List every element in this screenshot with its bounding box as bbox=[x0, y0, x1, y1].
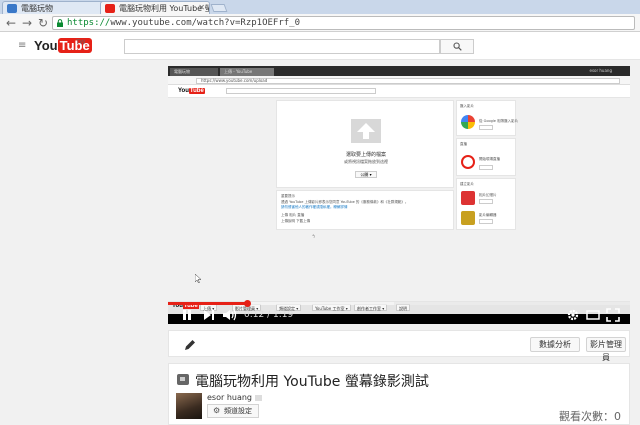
side-title: 建立影片 bbox=[460, 182, 474, 186]
volume-icon[interactable] bbox=[222, 308, 238, 322]
tab-title: 電腦玩物利用 YouTube 螢 bbox=[119, 4, 210, 13]
recorded-tab-1: 電腦玩物 bbox=[170, 68, 218, 76]
recorded-tab-2: 上傳 - YouTube bbox=[220, 68, 274, 76]
recorded-tab-strip: 電腦玩物 上傳 - YouTube esor huang bbox=[168, 66, 630, 76]
side-title: 直播 bbox=[460, 142, 467, 146]
url-text: www.youtube.com/watch?v=Rzp1OEFrf_0 bbox=[110, 18, 301, 28]
channel-name-text[interactable]: esor huang bbox=[207, 393, 252, 402]
browser-tab-strip: 電腦玩物 ✕ 電腦玩物利用 YouTube 螢 ✕ bbox=[0, 0, 640, 14]
lock-icon bbox=[57, 19, 63, 27]
site-favicon-icon bbox=[7, 4, 17, 13]
recorded-screen: 電腦玩物 上傳 - YouTube esor huang https://www… bbox=[168, 66, 630, 314]
video-info-panel: 電腦玩物利用 YouTube 螢幕錄影測試 esor huang ⚙ 頻道設定 … bbox=[168, 363, 630, 425]
side-button bbox=[479, 125, 493, 130]
upload-title: 選取要上傳的檔案 bbox=[345, 152, 386, 158]
tab-youtube[interactable]: 電腦玩物利用 YouTube 螢 ✕ bbox=[100, 1, 210, 14]
text-cursor-icon: ϟ bbox=[312, 234, 316, 240]
side-item: 開始現場直播 bbox=[479, 157, 500, 161]
progress-played bbox=[168, 302, 247, 305]
reload-icon[interactable]: ↻ bbox=[36, 16, 50, 30]
side-item: 影片編輯器 bbox=[479, 213, 497, 217]
slideshow-icon bbox=[461, 191, 475, 205]
gear-icon: ⚙ bbox=[213, 406, 221, 415]
info-line: 請勿侵害他人的著作權或隱私權。瞭解詳情 bbox=[281, 205, 348, 209]
recorded-side-create: 建立影片 相片幻燈片 影片編輯器 bbox=[456, 178, 516, 230]
upload-arrow-icon bbox=[351, 119, 381, 143]
recorded-search bbox=[226, 88, 376, 94]
upload-subtitle: 或將視訊檔案拖放到這裡 bbox=[344, 159, 388, 164]
privacy-select: 公開 ▾ bbox=[355, 171, 377, 178]
info-line: 上傳說明 下載上傳 bbox=[281, 219, 311, 223]
analytics-button[interactable]: 數據分析 bbox=[530, 337, 580, 352]
browser-toolbar: ← → ↻ https://www.youtube.com/watch?v=Rz… bbox=[0, 14, 640, 32]
channel-avatar[interactable] bbox=[176, 393, 202, 419]
player-controls: 0:12 / 1:19 bbox=[168, 306, 630, 324]
side-item: 相片幻燈片 bbox=[479, 193, 497, 197]
recorded-side-live: 直播 開始現場直播 bbox=[456, 138, 516, 176]
back-arrow-icon[interactable]: ← bbox=[4, 16, 18, 30]
fullscreen-icon[interactable] bbox=[606, 308, 620, 322]
logo-you: You bbox=[34, 38, 58, 53]
search-input[interactable] bbox=[124, 39, 440, 54]
forward-arrow-icon[interactable]: → bbox=[20, 16, 34, 30]
youtube-logo[interactable]: You Tube TW bbox=[34, 38, 92, 54]
url-scheme: https:// bbox=[67, 18, 111, 28]
time-display: 0:12 / 1:19 bbox=[244, 310, 294, 320]
address-bar[interactable]: https://www.youtube.com/watch?v=Rzp1OEFr… bbox=[52, 16, 635, 30]
search-button[interactable] bbox=[440, 39, 474, 54]
info-line: 重要提示 bbox=[281, 194, 295, 198]
new-tab-button[interactable] bbox=[210, 4, 228, 12]
privacy-icon bbox=[177, 374, 189, 385]
recorded-logo-tube: Tube bbox=[188, 88, 205, 94]
search-icon bbox=[452, 42, 462, 51]
youtube-favicon-icon bbox=[105, 4, 115, 13]
settings-gear-icon[interactable] bbox=[566, 308, 580, 322]
video-player[interactable]: 電腦玩物 上傳 - YouTube esor huang https://www… bbox=[168, 66, 630, 324]
editor-icon bbox=[461, 211, 475, 225]
next-icon[interactable] bbox=[202, 308, 216, 322]
pause-icon[interactable] bbox=[180, 308, 194, 322]
guide-menu-icon[interactable]: ≡ bbox=[18, 41, 26, 51]
logo-country: TW bbox=[76, 40, 86, 46]
recorded-side-import: 匯入影片 從 Google 相簿匯入影片 bbox=[456, 100, 519, 136]
edit-pencil-icon[interactable] bbox=[183, 338, 197, 352]
close-tab-icon[interactable]: ✕ bbox=[198, 3, 205, 12]
channel-settings-button[interactable]: ⚙ 頻道設定 bbox=[207, 404, 259, 418]
progress-bar[interactable] bbox=[168, 300, 630, 307]
recorded-user: esor huang bbox=[589, 68, 612, 73]
side-title: 匯入影片 bbox=[460, 104, 474, 108]
recorded-url: https://www.youtube.com/upload bbox=[196, 78, 620, 84]
recorded-toolbar: https://www.youtube.com/upload bbox=[168, 76, 630, 85]
video-manager-button[interactable]: 影片管理員 bbox=[586, 337, 626, 362]
view-count: 觀看次數：0 bbox=[559, 410, 621, 423]
video-actions-bar: 數據分析 影片管理員 bbox=[168, 330, 630, 362]
tab-dianaowanwu[interactable]: 電腦玩物 ✕ bbox=[2, 1, 112, 14]
side-button bbox=[479, 199, 493, 204]
recorded-upload-panel: 選取要上傳的檔案 或將視訊檔案拖放到這裡 公開 ▾ bbox=[276, 100, 454, 188]
tab-title: 電腦玩物 bbox=[21, 4, 53, 13]
theater-mode-icon[interactable] bbox=[586, 308, 600, 322]
side-item: 從 Google 相簿匯入影片 bbox=[479, 119, 519, 123]
live-icon bbox=[461, 155, 475, 169]
channel-name[interactable]: esor huang bbox=[207, 393, 263, 402]
info-line: 上傳 相片 直播 bbox=[281, 213, 305, 217]
photos-icon bbox=[461, 115, 475, 129]
video-title: 電腦玩物利用 YouTube 螢幕錄影測試 bbox=[195, 374, 429, 390]
side-button bbox=[479, 165, 493, 170]
youtube-masthead: ≡ You Tube TW bbox=[0, 32, 640, 60]
channel-badge-icon bbox=[255, 394, 263, 401]
channel-settings-label: 頻道設定 bbox=[224, 407, 252, 415]
recorded-logo-you: You bbox=[178, 88, 189, 94]
side-button bbox=[479, 219, 493, 224]
recorded-youtube-logo: YouTube bbox=[178, 88, 205, 94]
recorded-masthead: YouTube bbox=[168, 85, 630, 98]
logo-tube: Tube bbox=[57, 38, 92, 53]
mouse-pointer-icon bbox=[195, 274, 201, 283]
recorded-info-panel: 重要提示 透過 YouTube 上傳影片即表示您同意 YouTube 的《服務條… bbox=[276, 190, 454, 230]
